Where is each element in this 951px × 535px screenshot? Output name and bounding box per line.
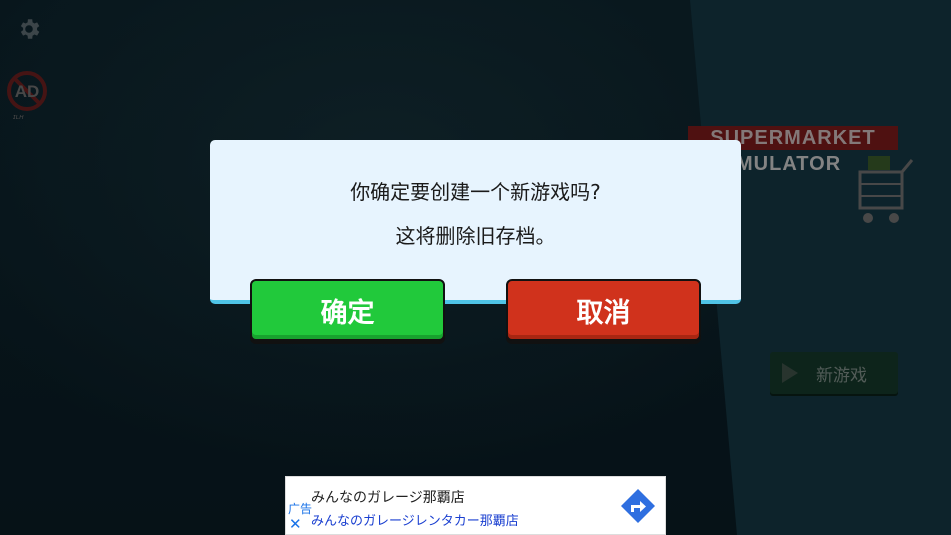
ad-banner[interactable]: 广告 ✕ みんなのガレージ那覇店 みんなのガレージレンタカー那覇店 [285,476,666,535]
ad-close-button[interactable]: ✕ [289,515,302,533]
ad-subtitle[interactable]: みんなのガレージレンタカー那覇店 [311,510,519,529]
ad-title[interactable]: みんなのガレージ那覇店 [311,487,465,507]
directions-arrow-icon[interactable] [620,488,656,524]
dialog-message-line1: 你确定要创建一个新游戏吗? [350,180,601,204]
cancel-button[interactable]: 取消 [506,279,701,341]
confirm-button[interactable]: 确定 [250,279,445,341]
dialog-message-line2: 这将删除旧存档。 [395,224,556,248]
